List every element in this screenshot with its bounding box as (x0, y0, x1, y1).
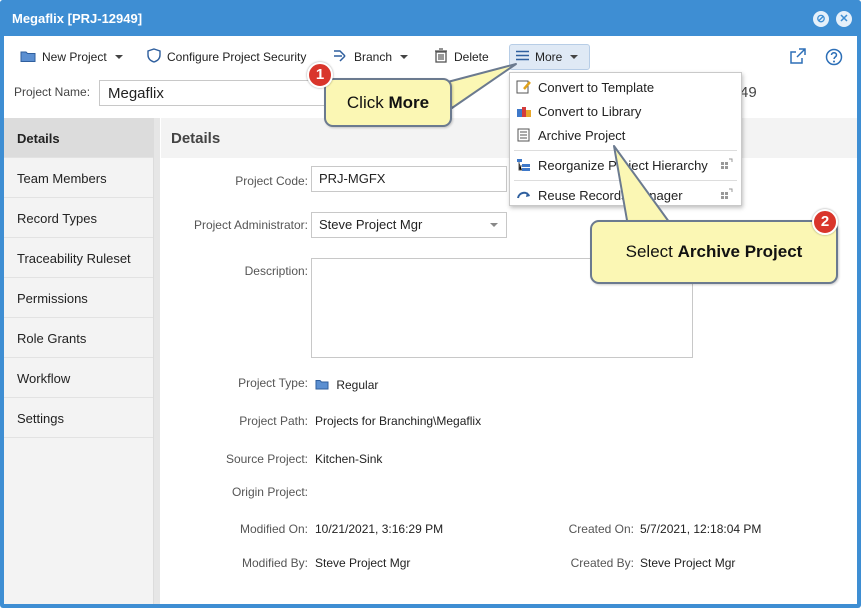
new-project-button[interactable]: New Project (14, 44, 129, 70)
menu-separator (514, 180, 737, 181)
menu-item-convert-library[interactable]: Convert to Library (510, 99, 741, 123)
pop-out-icon[interactable] (790, 48, 806, 68)
callout-1: Click More (324, 78, 452, 127)
sidebar-item-traceability-ruleset[interactable]: Traceability Ruleset (4, 238, 153, 278)
created-on-label: Created On: (568, 522, 634, 536)
created-by-value: Steve Project Mgr (640, 556, 736, 570)
callout-2: Select Archive Project (590, 220, 838, 284)
sidebar-splitter[interactable] (154, 118, 160, 604)
project-path-value: Projects for Branching\Megaflix (315, 414, 482, 428)
sidebar-item-role-grants[interactable]: Role Grants (4, 318, 153, 358)
chevron-down-icon (490, 223, 498, 227)
library-icon (516, 104, 532, 118)
new-project-label: New Project (42, 50, 107, 64)
project-name-label: Project Name: (14, 85, 91, 99)
project-admin-value: Steve Project Mgr (319, 217, 423, 232)
menu-label-reuse-records: Reuse Records Manager (538, 187, 683, 203)
configure-security-label: Configure Project Security (167, 50, 307, 64)
project-admin-select[interactable]: Steve Project Mgr (311, 212, 507, 238)
sidebar-item-workflow[interactable]: Workflow (4, 358, 153, 398)
source-project-value: Kitchen-Sink (315, 452, 383, 466)
close-icon[interactable]: ✕ (836, 11, 852, 27)
project-type-label: Project Type: (238, 376, 308, 390)
open-window-icon (721, 188, 733, 200)
window-title: Megaflix [PRJ-12949] (12, 11, 143, 26)
created-by-label: Created By: (570, 556, 634, 570)
details-title: Details (171, 130, 221, 147)
help-icon[interactable] (825, 48, 843, 70)
callout-1-bold: More (388, 92, 430, 112)
hamburger-icon (516, 50, 529, 64)
reuse-icon (516, 188, 532, 202)
toolbar: New Project Configure Project Security B… (4, 36, 857, 74)
chevron-down-icon (114, 55, 123, 59)
more-menu: Convert to Template Convert to Library A… (509, 72, 742, 206)
more-button[interactable]: More (509, 44, 590, 70)
project-admin-label: Project Administrator: (193, 218, 308, 232)
project-code-input[interactable]: PRJ-MGFX (311, 166, 507, 192)
title-bar: Megaflix [PRJ-12949] ⊘ ✕ (0, 0, 861, 36)
delete-label: Delete (454, 50, 489, 64)
sidebar-item-permissions[interactable]: Permissions (4, 278, 153, 318)
folder-icon (20, 50, 36, 65)
menu-item-convert-template[interactable]: Convert to Template (510, 75, 741, 99)
menu-label-archive-project: Archive Project (538, 127, 626, 143)
menu-label-convert-library: Convert to Library (538, 103, 642, 119)
menu-label-reorganize-hierarchy: Reorganize Project Hierarchy (538, 157, 708, 173)
menu-label-convert-template: Convert to Template (538, 79, 655, 95)
callout-2-bold: Archive Project (677, 242, 803, 261)
trash-icon (434, 48, 448, 66)
source-project-label: Source Project: (225, 452, 308, 466)
folder-icon (315, 380, 329, 390)
project-name-input[interactable]: Megaflix (99, 80, 339, 106)
shield-icon (147, 48, 161, 66)
sidebar: Details Team Members Record Types Tracea… (4, 118, 154, 604)
project-code-label: Project Code: (235, 174, 308, 188)
step-1-badge: 1 (307, 62, 333, 88)
menu-separator (514, 150, 737, 151)
modified-on-value: 10/21/2021, 3:16:29 PM (315, 522, 444, 536)
sidebar-item-team-members[interactable]: Team Members (4, 158, 153, 198)
modified-on-label: Modified On: (239, 522, 308, 536)
menu-item-reorganize-hierarchy[interactable]: Reorganize Project Hierarchy (510, 153, 741, 177)
project-type-text: Regular (336, 378, 379, 392)
project-type-value: Regular (315, 378, 378, 392)
project-name-suffix: 49 (740, 84, 757, 101)
hierarchy-icon (516, 158, 532, 172)
chevron-down-icon (400, 55, 409, 59)
branch-icon (332, 49, 348, 66)
open-window-icon (721, 158, 733, 170)
menu-item-archive-project[interactable]: Archive Project (510, 123, 741, 147)
modified-by-label: Modified By: (241, 556, 308, 570)
delete-button[interactable]: Delete (428, 44, 495, 70)
callout-2-prefix: Select (625, 242, 678, 261)
created-on-value: 5/7/2021, 12:18:04 PM (640, 522, 762, 536)
more-label: More (535, 50, 563, 64)
callout-1-prefix: Click (346, 92, 389, 112)
archive-icon (516, 128, 532, 142)
sidebar-item-settings[interactable]: Settings (4, 398, 153, 438)
description-label: Description: (244, 264, 308, 278)
branch-label: Branch (354, 50, 393, 64)
menu-item-reuse-records[interactable]: Reuse Records Manager (510, 183, 741, 207)
template-icon (516, 80, 532, 94)
origin-project-label: Origin Project: (231, 485, 308, 499)
minimize-icon[interactable]: ⊘ (813, 11, 829, 27)
chevron-down-icon (570, 55, 579, 59)
modified-by-value: Steve Project Mgr (315, 556, 411, 570)
sidebar-item-record-types[interactable]: Record Types (4, 198, 153, 238)
branch-button[interactable]: Branch (326, 44, 414, 70)
sidebar-item-details[interactable]: Details (4, 118, 153, 158)
configure-security-button[interactable]: Configure Project Security (141, 44, 312, 70)
step-2-badge: 2 (812, 209, 838, 235)
project-path-label: Project Path: (239, 414, 308, 428)
